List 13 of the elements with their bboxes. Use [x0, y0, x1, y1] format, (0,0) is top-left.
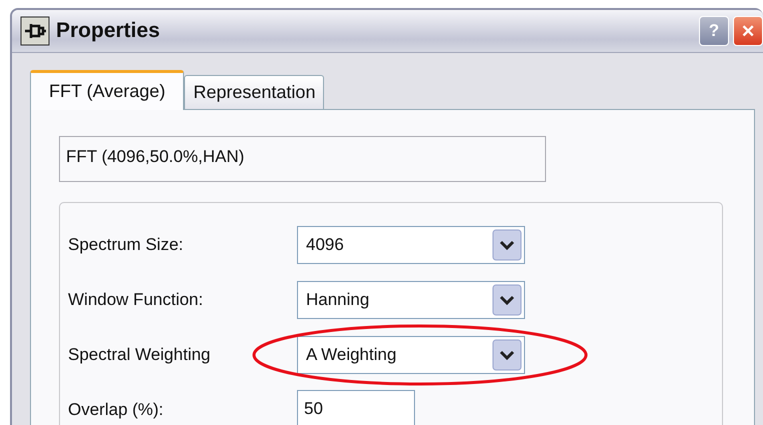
pin-icon: [20, 16, 50, 46]
setting-label: Spectrum Size:: [68, 235, 184, 255]
tab[interactable]: Representation: [184, 75, 324, 109]
dropdown[interactable]: 4096: [297, 226, 525, 264]
setting-label: Spectral Weighting: [68, 345, 212, 365]
setting-label: Window Function:: [68, 290, 204, 310]
dropdown[interactable]: A Weighting: [297, 336, 525, 374]
window-title: Properties: [56, 19, 160, 43]
setting-label: Overlap (%):: [68, 400, 164, 420]
input-field[interactable]: 50: [297, 390, 415, 425]
dropdown[interactable]: Hanning: [297, 281, 525, 319]
tab[interactable]: FFT (Average): [30, 70, 184, 110]
description-field: FFT (4096,50.0%,HAN): [59, 136, 546, 182]
